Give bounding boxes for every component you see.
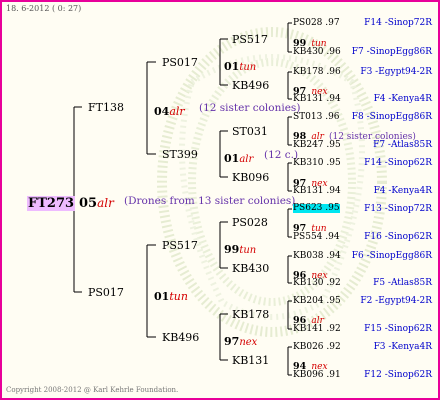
g2-gen-number-1: 01 bbox=[224, 152, 240, 165]
date-header: 18. 6-2012 ( 0: 27) bbox=[6, 4, 82, 13]
g4-origin-6: F14 -Sinop62R bbox=[364, 158, 432, 168]
g4-origin-5: F7 -Atlas85R bbox=[373, 140, 432, 150]
g4-name-4[interactable]: ST013 .96 bbox=[293, 113, 340, 122]
g1-gen-number-1: 01 bbox=[154, 290, 170, 303]
g4-origin-4: F8 -SinopEgg86R bbox=[351, 112, 432, 122]
root-drone-note: (Drones from 13 sister colonies) bbox=[124, 195, 296, 207]
root-generation: 05alr bbox=[79, 194, 114, 210]
g4-origin-10: F6 -SinopEgg86R bbox=[351, 251, 432, 261]
g4-name-8[interactable]: PS623 .95 bbox=[293, 204, 340, 213]
g3-name-0[interactable]: PS517 bbox=[232, 34, 268, 45]
g2-gen-0: 01tun bbox=[224, 57, 256, 73]
g2-breed-symbol-3: nex bbox=[239, 337, 258, 348]
g4-origin-0: F14 -Sinop72R bbox=[364, 18, 432, 28]
g4-name-1[interactable]: KB430 .96 bbox=[293, 48, 341, 57]
g3-name-5[interactable]: KB430 bbox=[232, 263, 269, 274]
g2-gen-3: 97nex bbox=[224, 332, 257, 348]
g2-breed-symbol-2: tun bbox=[239, 245, 257, 256]
copyright-footer: Copyright 2008-2012 @ Karl Kehrle Founda… bbox=[6, 386, 179, 394]
g1-gen-0: 04alr bbox=[154, 102, 185, 118]
g1-breed-symbol-0: alr bbox=[169, 105, 185, 118]
g4-origin-3: F4 -Kenya4R bbox=[373, 94, 432, 104]
g1-gen-1: 01tun bbox=[154, 287, 188, 303]
g4-origin-9: F16 -Sinop62R bbox=[364, 232, 432, 242]
g4-name-9[interactable]: PS554 .94 bbox=[293, 233, 340, 242]
g4-name-6[interactable]: KB310 .95 bbox=[293, 159, 341, 168]
g4-origin-2: F3 -Egypt94-2R bbox=[360, 67, 432, 77]
g4-name-13[interactable]: KB141 .92 bbox=[293, 325, 341, 334]
g2-name-2[interactable]: PS517 bbox=[162, 240, 198, 251]
g4-name-2[interactable]: KB178 .96 bbox=[293, 68, 341, 77]
g3-name-7[interactable]: KB131 bbox=[232, 355, 269, 366]
g4-name-10[interactable]: KB038 .94 bbox=[293, 252, 341, 261]
g3-name-3[interactable]: KB096 bbox=[232, 172, 269, 183]
root-node[interactable]: FT273 bbox=[27, 194, 76, 211]
g4-name-15[interactable]: KB096 .91 bbox=[293, 371, 341, 380]
g4-name-11[interactable]: KB130 .92 bbox=[293, 279, 341, 288]
g4-origin-1: F7 -SinopEgg86R bbox=[351, 47, 432, 57]
g4-name-12[interactable]: KB204 .95 bbox=[293, 297, 341, 306]
pedigree-frame: 18. 6-2012 ( 0: 27) FT273 05alr (Drones … bbox=[2, 2, 438, 398]
g4-origin-13: F15 -Sinop62R bbox=[364, 324, 432, 334]
root-name[interactable]: FT273 bbox=[27, 196, 76, 211]
g2-gen-number-0: 01 bbox=[224, 60, 240, 73]
g4-origin-14: F3 -Kenya4R bbox=[373, 342, 432, 352]
g4-name-0[interactable]: PS028 .97 bbox=[293, 19, 340, 28]
g2-name-0[interactable]: PS017 bbox=[162, 57, 198, 68]
g4-origin-7: F4 -Kenya4R bbox=[373, 186, 432, 196]
g2-gen-number-3: 97 bbox=[224, 335, 240, 348]
root-breed-symbol: alr bbox=[97, 196, 114, 210]
g4-name-7[interactable]: KB131 .94 bbox=[293, 187, 341, 196]
g1-note-0: (12 sister colonies) bbox=[199, 102, 301, 114]
g4-origin-11: F5 -Atlas85R bbox=[373, 278, 432, 288]
g1-name-0[interactable]: FT138 bbox=[88, 102, 124, 113]
g4-origin-15: F12 -Sinop62R bbox=[364, 370, 432, 380]
g3-name-2[interactable]: ST031 bbox=[232, 126, 268, 137]
g3-name-6[interactable]: KB178 bbox=[232, 309, 269, 320]
g3-name-1[interactable]: KB496 bbox=[232, 80, 269, 91]
g1-breed-symbol-1: tun bbox=[169, 290, 188, 303]
g2-name-3[interactable]: KB496 bbox=[162, 332, 199, 343]
g4-name-3[interactable]: KB131 .94 bbox=[293, 95, 341, 104]
g2-breed-symbol-0: tun bbox=[239, 62, 257, 73]
g2-name-1[interactable]: ST399 bbox=[162, 149, 198, 160]
g2-gen-number-2: 99 bbox=[224, 243, 240, 256]
g4-name-5[interactable]: KB247 .95 bbox=[293, 141, 341, 150]
g1-gen-number-0: 04 bbox=[154, 105, 170, 118]
g4-name-14[interactable]: KB026 .92 bbox=[293, 343, 341, 352]
root-gen-number: 05 bbox=[79, 196, 98, 211]
g2-gen-1: 01alr bbox=[224, 149, 253, 165]
g4-origin-12: F2 -Egypt94-2R bbox=[360, 296, 432, 306]
g1-name-1[interactable]: PS017 bbox=[88, 287, 124, 298]
g3-name-4[interactable]: PS028 bbox=[232, 217, 268, 228]
g2-gen-2: 99tun bbox=[224, 240, 256, 256]
g4-origin-8: F13 -Sinop72R bbox=[364, 204, 432, 214]
g2-breed-symbol-1: alr bbox=[239, 154, 254, 165]
